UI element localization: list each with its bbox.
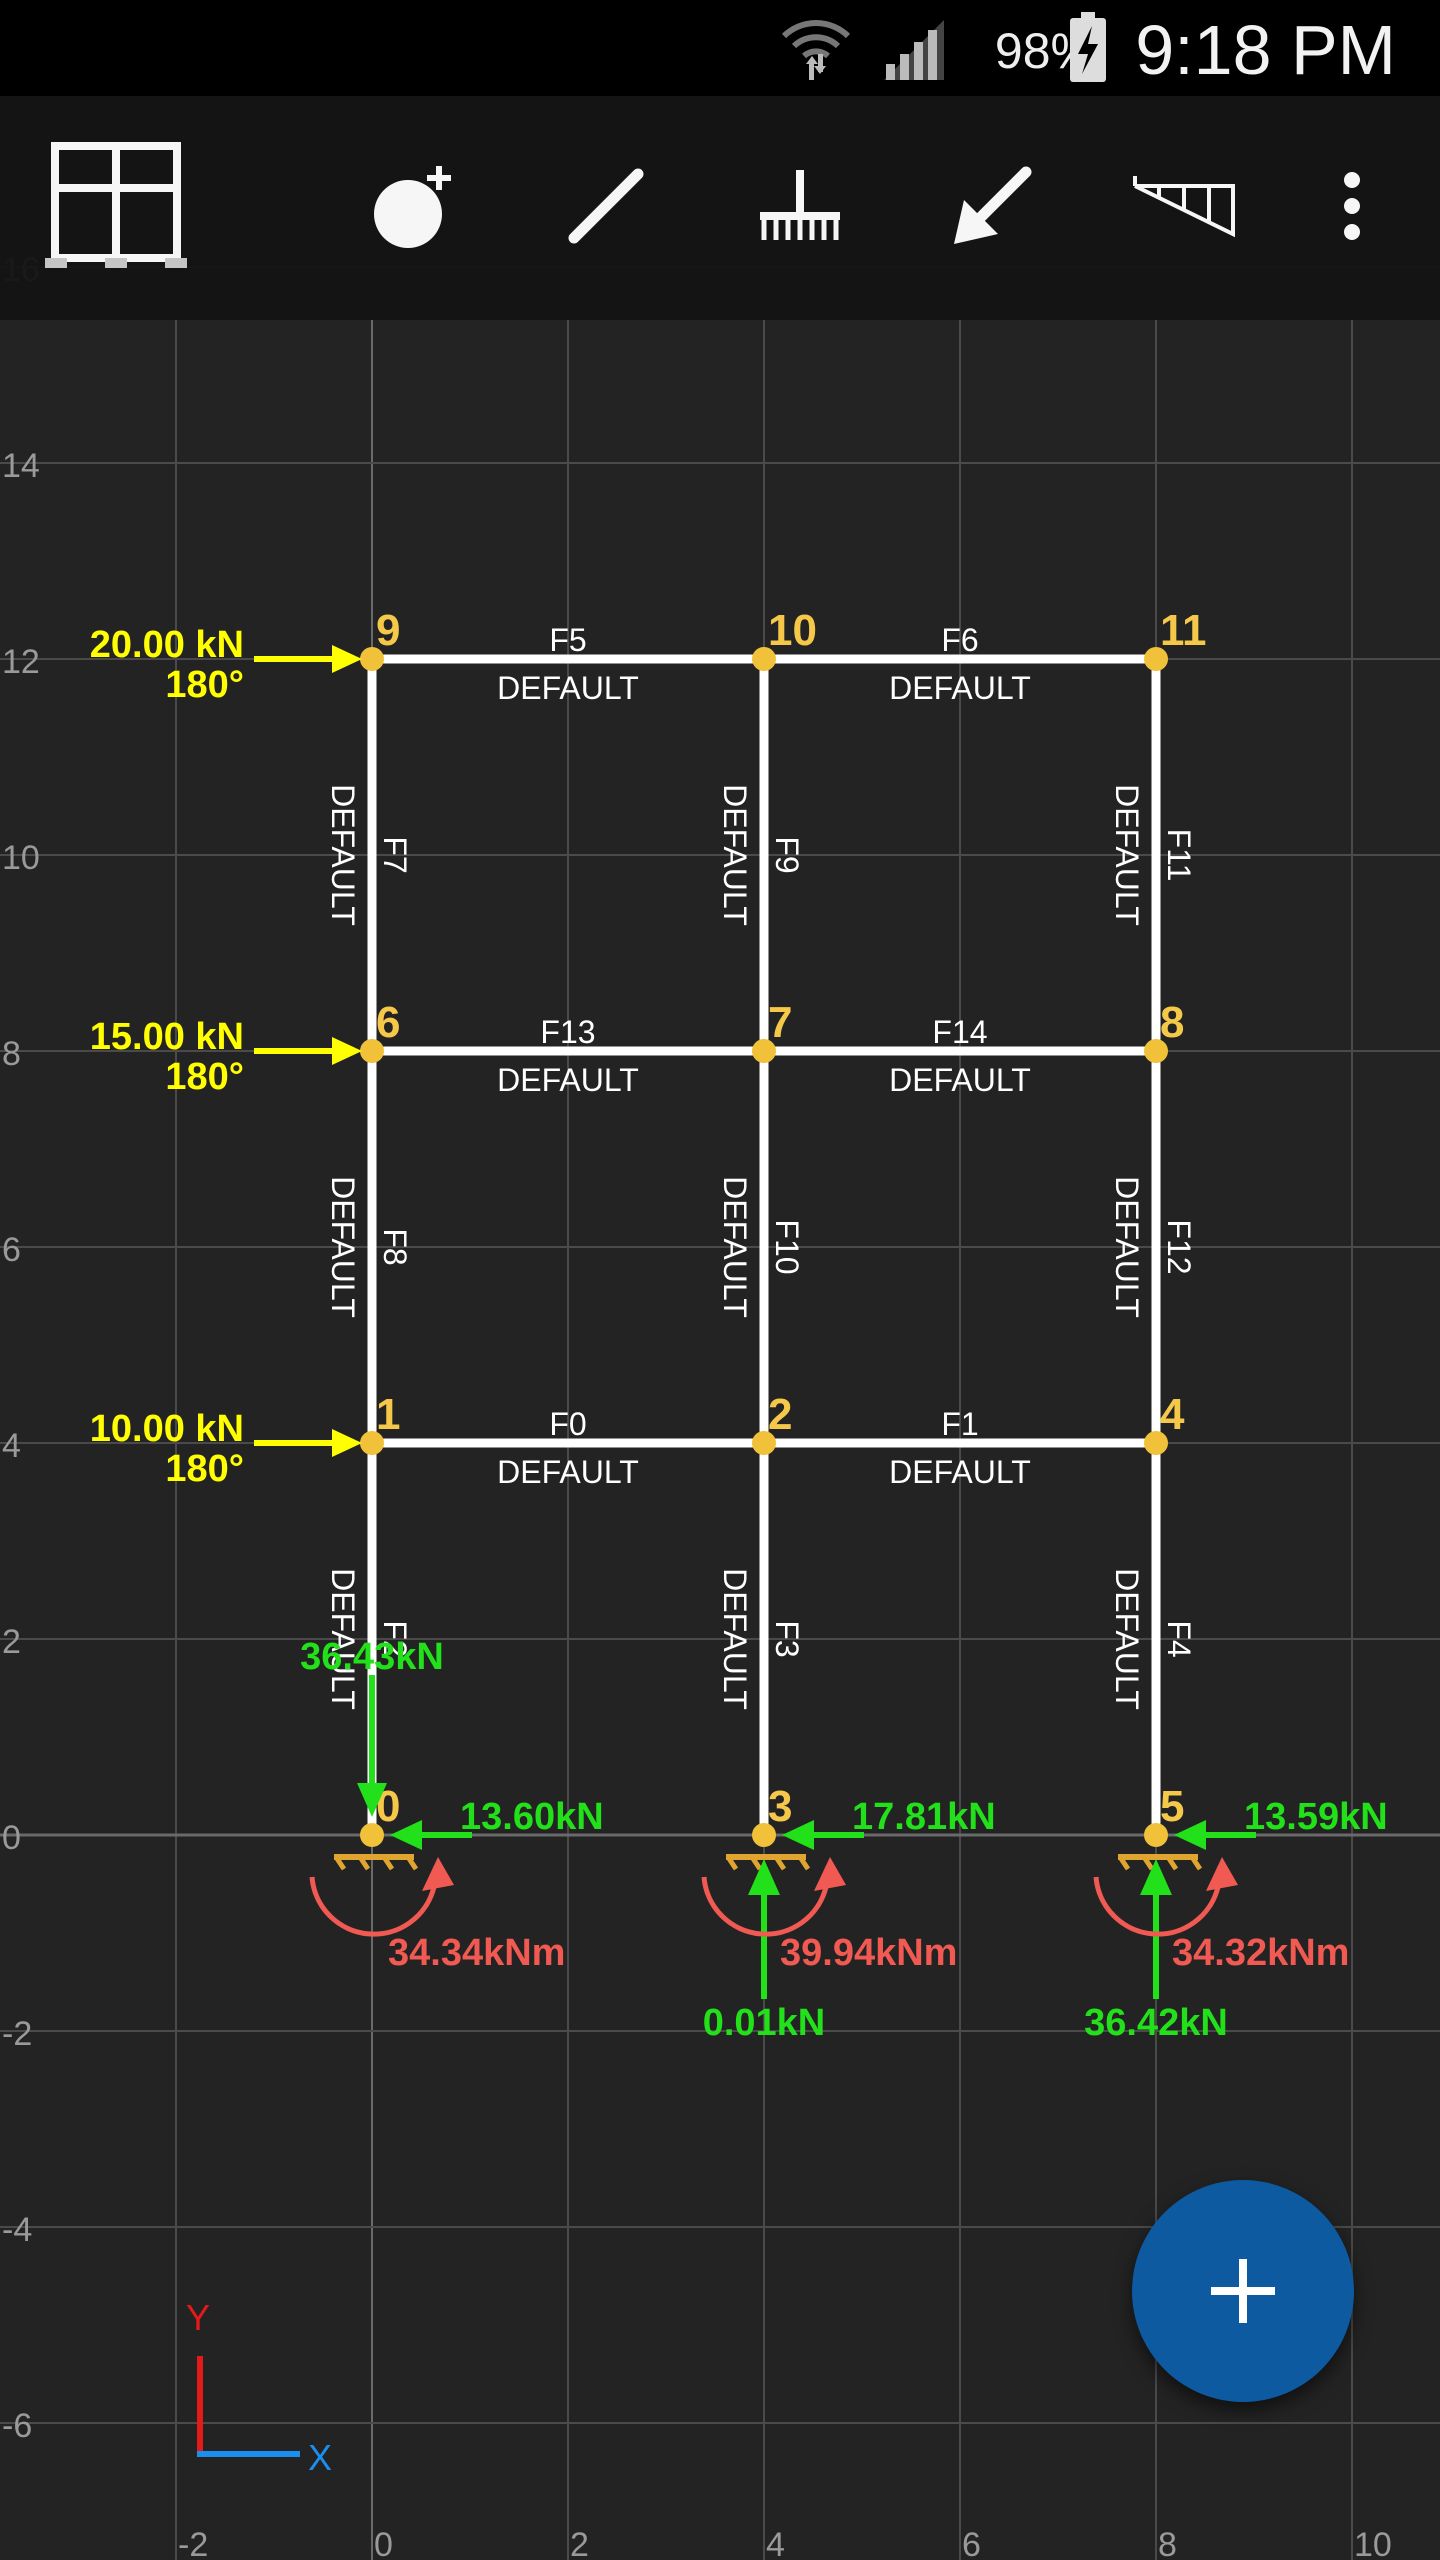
member-name-label: F8 bbox=[377, 1228, 413, 1265]
reaction-vertical-label: 36.42kN bbox=[1084, 2002, 1228, 2044]
axis-indicator-y-label: Y bbox=[186, 2297, 210, 2338]
battery-charging-icon bbox=[1068, 12, 1108, 89]
x-tick-label: 0 bbox=[374, 2526, 393, 2560]
add-fab-button[interactable] bbox=[1132, 2180, 1354, 2402]
member-section-label: DEFAULT bbox=[717, 1568, 753, 1710]
y-tick-label: -2 bbox=[2, 2015, 32, 2053]
member-section-label: DEFAULT bbox=[325, 784, 361, 926]
node-label: 7 bbox=[768, 998, 792, 1047]
overflow-menu-icon[interactable] bbox=[1292, 146, 1412, 266]
node-label: 4 bbox=[1160, 1390, 1185, 1439]
member-name-label: F14 bbox=[932, 1014, 987, 1050]
reaction-moment-label: 39.94kNm bbox=[780, 1932, 957, 1974]
y-tick-label: 14 bbox=[2, 447, 40, 485]
x-tick-label: 4 bbox=[766, 2526, 785, 2560]
reaction-horizontal-label: 13.59kN bbox=[1244, 1796, 1388, 1838]
load-angle-label: 180° bbox=[165, 1056, 244, 1098]
y-tick-label: 2 bbox=[2, 1623, 21, 1661]
x-tick-label: 8 bbox=[1158, 2526, 1177, 2560]
node-label: 6 bbox=[376, 998, 400, 1047]
draw-member-icon[interactable] bbox=[546, 146, 666, 266]
member-name-label: F5 bbox=[549, 622, 586, 658]
plus-icon bbox=[1211, 2259, 1275, 2323]
node-label: 5 bbox=[1160, 1782, 1184, 1831]
node-label: 2 bbox=[768, 1390, 792, 1439]
x-tick-label: 10 bbox=[1354, 2526, 1392, 2560]
reaction-moment-label: 34.32kNm bbox=[1172, 1932, 1349, 1974]
member-name-label: F1 bbox=[941, 1406, 978, 1442]
member-name-label: F7 bbox=[377, 836, 413, 873]
node-label: 3 bbox=[768, 1782, 792, 1831]
member-section-label: DEFAULT bbox=[889, 670, 1031, 706]
y-tick-label: 8 bbox=[2, 1035, 21, 1073]
app-logo-frame-icon[interactable] bbox=[36, 136, 196, 276]
member-name-label: F10 bbox=[769, 1219, 805, 1274]
member-section-label: DEFAULT bbox=[889, 1454, 1031, 1490]
member-name-label: F9 bbox=[769, 836, 805, 873]
add-node-icon[interactable] bbox=[356, 146, 476, 266]
status-bar: 98% 9:18 PM bbox=[0, 0, 1440, 96]
reaction-horizontal-label: 17.81kN bbox=[852, 1796, 996, 1838]
toolbar bbox=[0, 96, 1440, 320]
member-name-label: F6 bbox=[941, 622, 978, 658]
member-section-label: DEFAULT bbox=[497, 670, 639, 706]
node-label: 9 bbox=[376, 606, 400, 655]
node-label: 1 bbox=[376, 1390, 400, 1439]
load-angle-label: 180° bbox=[165, 1448, 244, 1490]
member-section-label: DEFAULT bbox=[497, 1454, 639, 1490]
load-magnitude-label: 20.00 kN bbox=[90, 624, 244, 666]
reaction-moment-label: 34.34kNm bbox=[388, 1932, 565, 1974]
member-name-label: F4 bbox=[1161, 1620, 1197, 1657]
y-tick-label: 12 bbox=[2, 643, 40, 681]
y-tick-label: 4 bbox=[2, 1427, 21, 1465]
reaction-horizontal-label: 13.60kN bbox=[460, 1796, 604, 1838]
member-name-label: F11 bbox=[1161, 829, 1197, 882]
member-section-label: DEFAULT bbox=[1109, 784, 1145, 926]
y-tick-label: 0 bbox=[2, 1819, 21, 1857]
distributed-load-icon[interactable] bbox=[1124, 146, 1244, 266]
member-section-label: DEFAULT bbox=[497, 1062, 639, 1098]
support-icon[interactable] bbox=[740, 146, 860, 266]
clock-time: 9:18 PM bbox=[1135, 11, 1396, 89]
x-tick-label: 6 bbox=[962, 2526, 981, 2560]
node-label: 11 bbox=[1160, 606, 1207, 655]
load-angle-label: 180° bbox=[165, 664, 244, 706]
member-name-label: F12 bbox=[1161, 1219, 1197, 1274]
member-section-label: DEFAULT bbox=[325, 1176, 361, 1318]
y-tick-label: -6 bbox=[2, 2407, 32, 2445]
x-tick-label: -2 bbox=[178, 2526, 208, 2560]
load-magnitude-label: 10.00 kN bbox=[90, 1408, 244, 1450]
cell-signal-icon bbox=[880, 18, 948, 87]
node-label: 8 bbox=[1160, 998, 1184, 1047]
member-section-label: DEFAULT bbox=[1109, 1568, 1145, 1710]
structure-canvas[interactable]: -202468101614121086420-2-4-6F0DEFAULTF1D… bbox=[0, 0, 1440, 2560]
wifi-icon bbox=[780, 14, 852, 87]
member-section-label: DEFAULT bbox=[1109, 1176, 1145, 1318]
x-tick-label: 2 bbox=[570, 2526, 589, 2560]
y-tick-label: 6 bbox=[2, 1231, 21, 1269]
member-section-label: DEFAULT bbox=[717, 784, 753, 926]
point-load-icon[interactable] bbox=[932, 146, 1052, 266]
load-magnitude-label: 15.00 kN bbox=[90, 1016, 244, 1058]
reaction-vertical-label: 0.01kN bbox=[703, 2002, 826, 2044]
axis-indicator-x-label: X bbox=[308, 2437, 332, 2478]
member-name-label: F3 bbox=[769, 1620, 805, 1657]
member-section-label: DEFAULT bbox=[717, 1176, 753, 1318]
y-tick-label: 10 bbox=[2, 839, 40, 877]
reaction-vertical-label: 36.43kN bbox=[300, 1636, 444, 1678]
node-label: 10 bbox=[768, 606, 817, 655]
member-name-label: F0 bbox=[549, 1406, 586, 1442]
member-section-label: DEFAULT bbox=[889, 1062, 1031, 1098]
member-name-label: F13 bbox=[540, 1014, 595, 1050]
y-tick-label: -4 bbox=[2, 2211, 32, 2249]
